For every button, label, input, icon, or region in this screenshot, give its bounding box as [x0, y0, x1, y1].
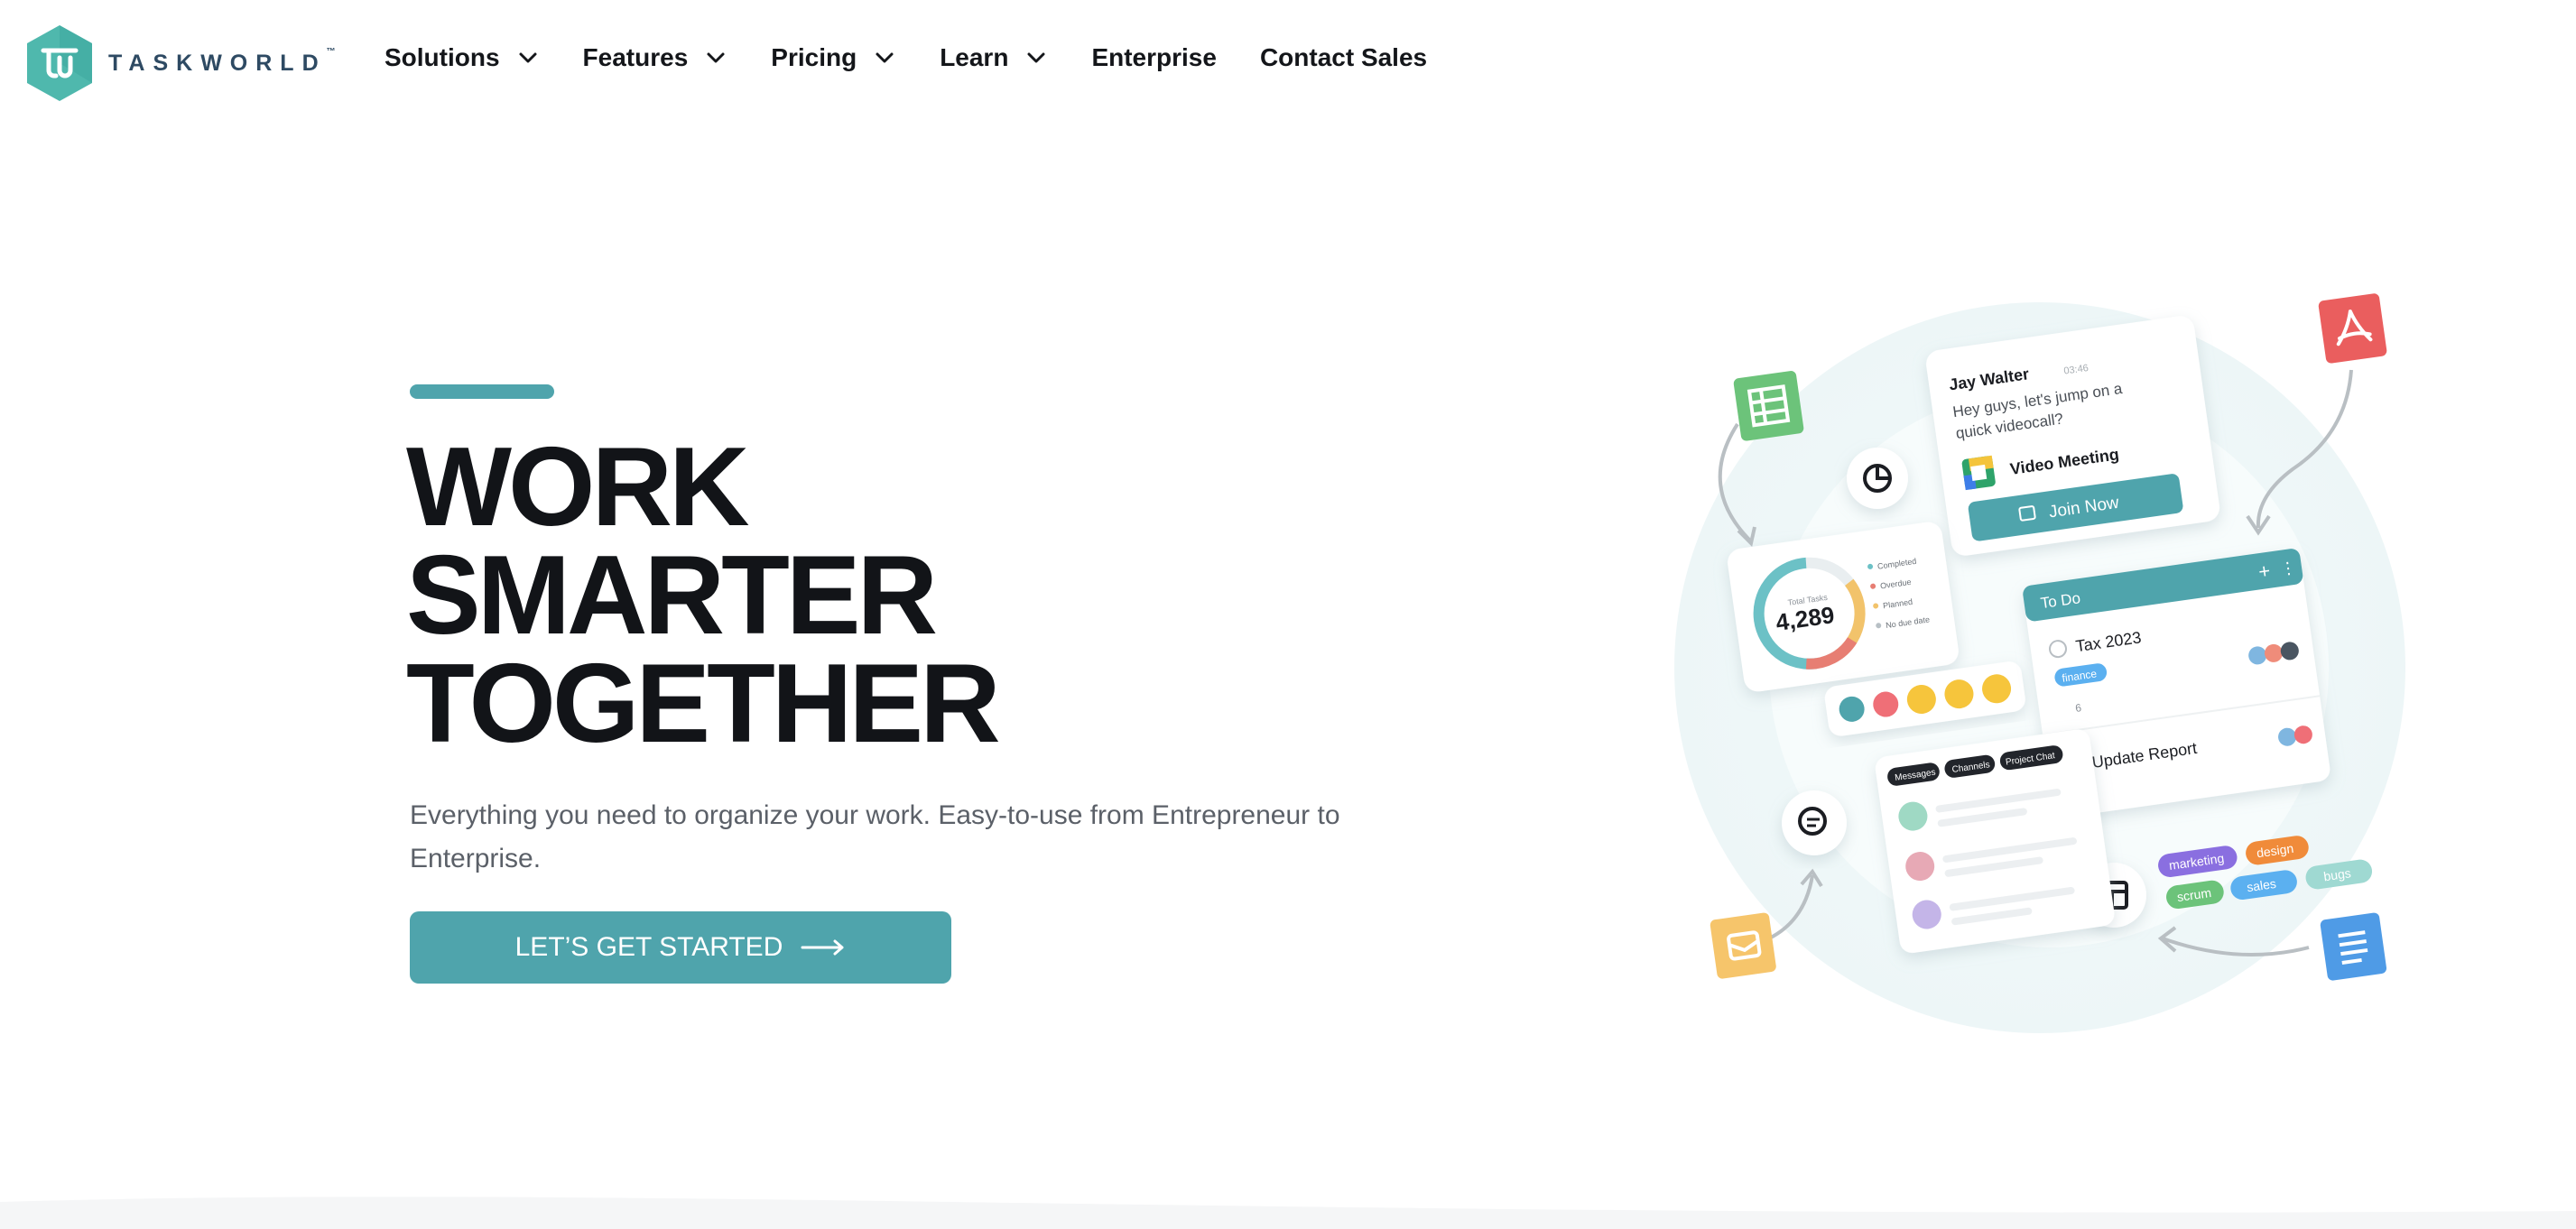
illustration-canvas: Jay Walter 03:46 Hey guys, let's jump on… [1674, 293, 2405, 1033]
chevron-down-icon [876, 52, 894, 63]
email-icon [1710, 912, 1776, 979]
chevron-down-icon [519, 52, 537, 63]
nav-enterprise[interactable]: Enterprise [1091, 43, 1217, 72]
nav-contact-sales[interactable]: Contact Sales [1260, 43, 1427, 72]
pdf-icon [2318, 293, 2387, 364]
headline-line-1: WORK [406, 425, 750, 550]
more-options-icon: ⋮ [2279, 559, 2298, 578]
spreadsheet-icon [1733, 371, 1804, 441]
headline-line-2: SMARTER [406, 533, 938, 658]
chat-card: Jay Walter 03:46 Hey guys, let's jump on… [1926, 316, 2220, 556]
taskworld-logo[interactable]: TASKWORLD™ [23, 23, 336, 103]
get-started-button[interactable]: LET’S GET STARTED [410, 911, 951, 984]
nav-features[interactable]: Features [583, 43, 727, 72]
nav-solutions[interactable]: Solutions [385, 43, 538, 72]
nav-learn[interactable]: Learn [940, 43, 1046, 72]
video-icon [1961, 455, 1996, 491]
brand-name: TASKWORLD™ [108, 46, 336, 76]
pie-chart-icon [1847, 448, 1908, 509]
bottom-divider [0, 1197, 2576, 1229]
nav-learn-label: Learn [940, 43, 1009, 71]
channels-card: Messages Channels Project Chat [1875, 729, 2115, 954]
document-icon [2320, 912, 2387, 981]
chevron-down-icon [707, 52, 725, 63]
product-illustration: Jay Walter 03:46 Hey guys, let's jump on… [1661, 289, 2419, 1047]
nav-enterprise-label: Enterprise [1091, 43, 1217, 71]
chat-bubble-icon [1782, 790, 1847, 855]
nav-pricing-label: Pricing [771, 43, 857, 71]
stats-card: Total Tasks 4,289 Completed Overdue Plan… [1728, 522, 1959, 692]
main-menu: Solutions Features Pricing Learn Enterpr… [385, 43, 1470, 72]
nav-contact-sales-label: Contact Sales [1259, 43, 1428, 71]
top-navigation: TASKWORLD™ Solutions Features Pricing Le… [0, 0, 2576, 126]
hero-accent-bar [410, 384, 554, 399]
arrow-right-icon [801, 939, 844, 956]
nav-pricing[interactable]: Pricing [771, 43, 894, 72]
chevron-down-icon [1027, 52, 1045, 63]
hero-subtitle: Everything you need to organize your wor… [410, 800, 1340, 873]
get-started-label: LET’S GET STARTED [514, 932, 783, 962]
nav-solutions-label: Solutions [385, 43, 500, 71]
headline-line-3: TOGETHER [406, 642, 1001, 766]
nav-features-label: Features [582, 43, 689, 71]
hero-headline: WORK SMARTER TOGETHER [406, 425, 1219, 766]
taskworld-logo-icon [27, 25, 92, 101]
